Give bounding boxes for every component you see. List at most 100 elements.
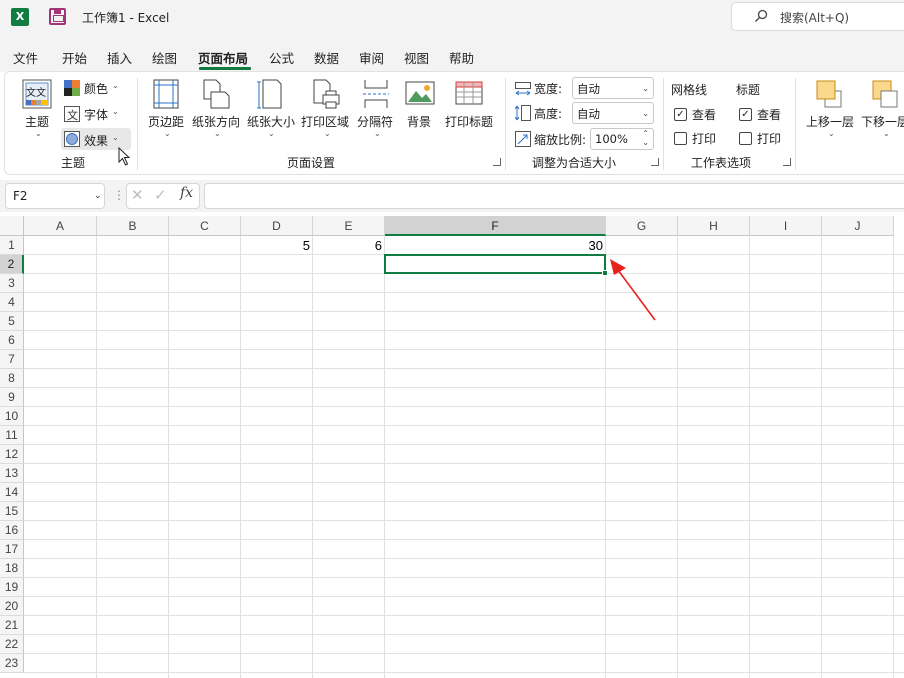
row-header-2[interactable]: 2 — [0, 255, 24, 274]
row-header-3[interactable]: 3 — [0, 274, 24, 293]
column-header-a[interactable]: A — [24, 216, 97, 236]
column-gridline — [677, 236, 678, 678]
column-header-f[interactable]: F — [385, 216, 606, 236]
column-gridline — [893, 236, 894, 678]
row-header-15[interactable]: 15 — [0, 502, 24, 521]
send-backward-label: 下移一层 — [861, 115, 904, 129]
scale-group-label: 调整为合适大小 — [532, 156, 617, 170]
row-header-7[interactable]: 7 — [0, 350, 24, 369]
row-gridline — [24, 349, 904, 350]
column-header-d[interactable]: D — [241, 216, 313, 236]
themes-label: 主题 — [25, 115, 50, 129]
formula-bar: F2 ⌄ ⋮ ✕ ✓ fx — [0, 180, 904, 212]
chevron-down-icon: ⌄ — [883, 129, 890, 138]
chevron-down-icon: ⌄ — [642, 109, 649, 118]
column-header-c[interactable]: C — [169, 216, 241, 236]
row-header-4[interactable]: 4 — [0, 293, 24, 312]
headings-print-checkbox[interactable] — [739, 132, 752, 145]
row-gridline — [24, 444, 904, 445]
tab-help[interactable]: 帮助 — [449, 48, 474, 67]
column-header-h[interactable]: H — [678, 216, 750, 236]
tab-page-layout[interactable]: 页面布局 — [198, 48, 248, 67]
breaks-label: 分隔符 — [357, 115, 394, 129]
worksheet-grid[interactable]: ABCDEFGHIJ 1 2 3 4 5 6 7 8 9 10 11 12 13 14 15 16 17 18 19… — [0, 216, 904, 678]
height-dropdown[interactable]: 自动 ⌄ — [572, 102, 654, 124]
tab-data[interactable]: 数据 — [314, 48, 339, 67]
column-header-i[interactable]: I — [750, 216, 822, 236]
tab-file[interactable]: 文件 — [13, 48, 38, 67]
sheet-options-launcher-icon[interactable] — [783, 158, 791, 166]
headings-view-checkbox[interactable]: ✓ — [739, 108, 752, 121]
search-box[interactable]: 搜索(Alt+Q) — [731, 2, 904, 31]
chevron-down-icon[interactable]: ⌄ — [94, 191, 102, 201]
column-header-g[interactable]: G — [606, 216, 678, 236]
height-label: 高度: — [534, 107, 563, 121]
row-header-20[interactable]: 20 — [0, 597, 24, 616]
insert-function-button[interactable]: fx — [180, 185, 193, 201]
save-icon[interactable] — [49, 8, 66, 25]
column-header-e[interactable]: E — [313, 216, 385, 236]
row-header-17[interactable]: 17 — [0, 540, 24, 559]
cell-e1[interactable]: 6 — [313, 236, 385, 255]
print-titles-icon — [455, 81, 483, 105]
row-gridline — [24, 577, 904, 578]
spin-up-icon[interactable]: ⌃ — [642, 129, 649, 138]
sheet-options-group-label: 工作表选项 — [691, 156, 752, 170]
tab-draw[interactable]: 绘图 — [152, 48, 177, 67]
row-header-22[interactable]: 22 — [0, 635, 24, 654]
row-header-18[interactable]: 18 — [0, 559, 24, 578]
column-header-j[interactable]: J — [822, 216, 894, 236]
effects-label: 效果 — [84, 134, 109, 148]
formula-input[interactable] — [204, 183, 904, 209]
tab-insert[interactable]: 插入 — [107, 48, 132, 67]
cell-d1[interactable]: 5 — [241, 236, 313, 255]
theme-group-label: 主题 — [61, 156, 86, 170]
row-header-11[interactable]: 11 — [0, 426, 24, 445]
gridlines-print-checkbox[interactable] — [674, 132, 687, 145]
name-box[interactable]: F2 ⌄ — [5, 183, 105, 209]
document-title: 工作簿1 - Excel — [82, 11, 170, 25]
column-gridline — [240, 236, 241, 678]
gridlines-view-checkbox[interactable]: ✓ — [674, 108, 687, 121]
cell-f1[interactable]: 30 — [385, 236, 606, 255]
column-header-b[interactable]: B — [97, 216, 169, 236]
row-gridline — [24, 653, 904, 654]
row-header-19[interactable]: 19 — [0, 578, 24, 597]
row-header-21[interactable]: 21 — [0, 616, 24, 635]
scale-spinner[interactable]: 100% ⌃ ⌄ — [590, 128, 654, 150]
row-header-1[interactable]: 1 — [0, 236, 24, 255]
effects-icon — [64, 131, 80, 147]
tab-home[interactable]: 开始 — [62, 48, 87, 67]
page-size-icon — [257, 79, 282, 109]
cancel-icon[interactable]: ✕ — [131, 186, 144, 204]
row-header-10[interactable]: 10 — [0, 407, 24, 426]
print-area-label: 打印区域 — [301, 115, 350, 129]
row-gridline — [24, 330, 904, 331]
row-header-9[interactable]: 9 — [0, 388, 24, 407]
row-header-8[interactable]: 8 — [0, 369, 24, 388]
search-placeholder: 搜索(Alt+Q) — [780, 11, 850, 25]
width-dropdown[interactable]: 自动 ⌄ — [572, 77, 654, 99]
selected-cell-f2[interactable] — [384, 254, 606, 274]
row-header-23[interactable]: 23 — [0, 654, 24, 673]
row-header-14[interactable]: 14 — [0, 483, 24, 502]
tab-view[interactable]: 视图 — [404, 48, 429, 67]
mouse-cursor-icon — [118, 147, 131, 166]
row-header-5[interactable]: 5 — [0, 312, 24, 331]
breaks-icon — [363, 80, 389, 108]
tab-review[interactable]: 审阅 — [359, 48, 384, 67]
chevron-down-icon: ⌄ — [642, 84, 649, 93]
spin-down-icon[interactable]: ⌄ — [642, 138, 649, 147]
row-gridline — [24, 596, 904, 597]
tab-formulas[interactable]: 公式 — [269, 48, 294, 67]
scale-launcher-icon[interactable] — [651, 158, 659, 166]
row-header-12[interactable]: 12 — [0, 445, 24, 464]
page-setup-launcher-icon[interactable] — [493, 158, 501, 166]
select-all-button[interactable] — [0, 216, 24, 236]
row-header-6[interactable]: 6 — [0, 331, 24, 350]
row-header-16[interactable]: 16 — [0, 521, 24, 540]
more-options-icon[interactable]: ⋮ — [113, 188, 125, 202]
row-header-13[interactable]: 13 — [0, 464, 24, 483]
chevron-down-icon: ⌄ — [268, 129, 275, 138]
enter-check-icon[interactable]: ✓ — [154, 186, 167, 204]
